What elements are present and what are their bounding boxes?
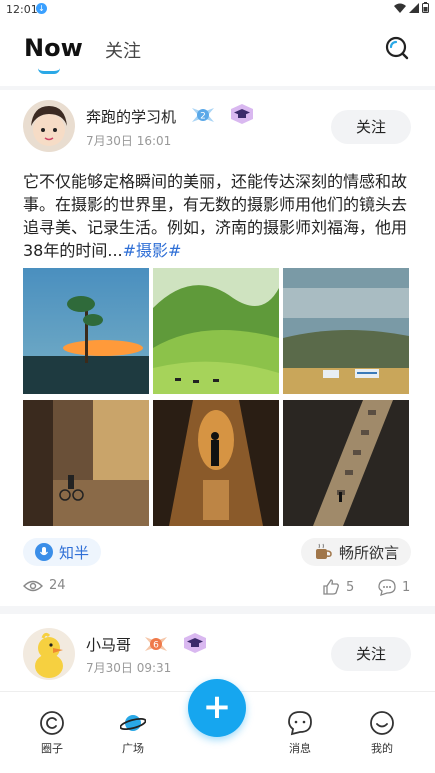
tree-sunset-photo[interactable]	[23, 268, 149, 394]
tab-follow[interactable]: 关注	[105, 37, 141, 63]
level-badge-icon: 6	[145, 637, 167, 651]
nav-label: 圈子	[41, 742, 63, 755]
alley-cyclist-photo[interactable]	[23, 400, 149, 526]
likes-count: 5	[346, 579, 355, 595]
comment-button[interactable]: 1	[378, 578, 410, 596]
status-time: 12:01	[6, 3, 38, 16]
wifi-icon	[394, 3, 406, 13]
views-count: 24	[49, 578, 66, 593]
create-post-button[interactable]: +	[188, 679, 246, 737]
nav-item-circle[interactable]: 圈子	[22, 710, 82, 756]
nav-label: 广场	[122, 742, 144, 755]
comments-count: 1	[402, 579, 411, 595]
avatar[interactable]	[23, 100, 75, 152]
nav-item-messages[interactable]: 消息	[270, 710, 330, 756]
like-button[interactable]: 5	[322, 578, 354, 596]
rainy-street-walker-photo[interactable]	[153, 400, 279, 526]
avatar[interactable]	[23, 628, 75, 680]
download-icon: ↓	[36, 3, 47, 14]
circle-chip[interactable]: 畅所欲言	[300, 538, 411, 566]
follow-button[interactable]: 关注	[331, 637, 411, 671]
microphone-icon	[35, 543, 53, 561]
svg-text:6: 6	[153, 641, 159, 651]
smile-icon	[370, 711, 394, 735]
grassland-trailer-photo[interactable]	[283, 268, 409, 394]
planet-icon	[120, 715, 146, 731]
hashtag-link[interactable]: #摄影#	[123, 241, 182, 260]
battery-icon	[422, 2, 429, 13]
circle-chip-label: 畅所欲言	[338, 543, 399, 562]
top-header: Now 关注	[0, 18, 435, 82]
active-tab-indicator	[38, 68, 60, 74]
username[interactable]: 奔跑的学习机	[86, 106, 176, 127]
nav-label: 消息	[289, 742, 311, 755]
circle-icon	[40, 711, 64, 735]
views-stat: 24	[23, 578, 66, 593]
post-text: 它不仅能够定格瞬间的美丽，还能传达深刻的情感和故事。在摄影的世界里，有无数的摄影…	[23, 172, 408, 260]
username[interactable]: 小马哥	[86, 634, 131, 655]
search-icon[interactable]	[385, 36, 409, 60]
graduation-badge-icon	[231, 104, 253, 124]
post-separator	[0, 606, 435, 614]
follow-button[interactable]: 关注	[331, 110, 411, 144]
topic-chip[interactable]: 知半	[23, 538, 102, 566]
status-icons	[394, 2, 429, 13]
comment-icon	[378, 579, 396, 596]
topic-chip-label: 知半	[59, 543, 90, 562]
post-card[interactable]: 奔跑的学习机 2 7月30日 16:01 关注 它不仅能够定格瞬间的美丽，还能传…	[0, 90, 435, 606]
level-badge-icon: 2	[192, 108, 214, 122]
green-hills-photo[interactable]	[153, 268, 279, 394]
status-bar: 12:01 ↓	[0, 0, 435, 18]
post-date: 7月30日 16:01	[86, 134, 172, 148]
chat-icon	[288, 711, 312, 736]
coffee-icon	[315, 543, 332, 559]
thumbs-up-icon	[323, 579, 339, 595]
post-content[interactable]: 它不仅能够定格瞬间的美丽，还能传达深刻的情感和故事。在摄影的世界里，有无数的摄影…	[23, 170, 415, 262]
nav-item-square[interactable]: 广场	[103, 710, 163, 756]
plus-icon: +	[202, 687, 232, 727]
eye-icon	[23, 580, 43, 591]
nav-item-profile[interactable]: 我的	[352, 710, 412, 756]
signal-icon	[409, 2, 419, 13]
post-date: 7月30日 09:31	[86, 661, 172, 675]
graduation-badge-icon	[184, 633, 206, 653]
image-grid	[23, 268, 409, 526]
svg-text:2: 2	[200, 112, 206, 122]
nav-label: 我的	[371, 742, 393, 755]
tab-now[interactable]: Now	[24, 34, 83, 62]
aerial-street-photo[interactable]	[283, 400, 409, 526]
